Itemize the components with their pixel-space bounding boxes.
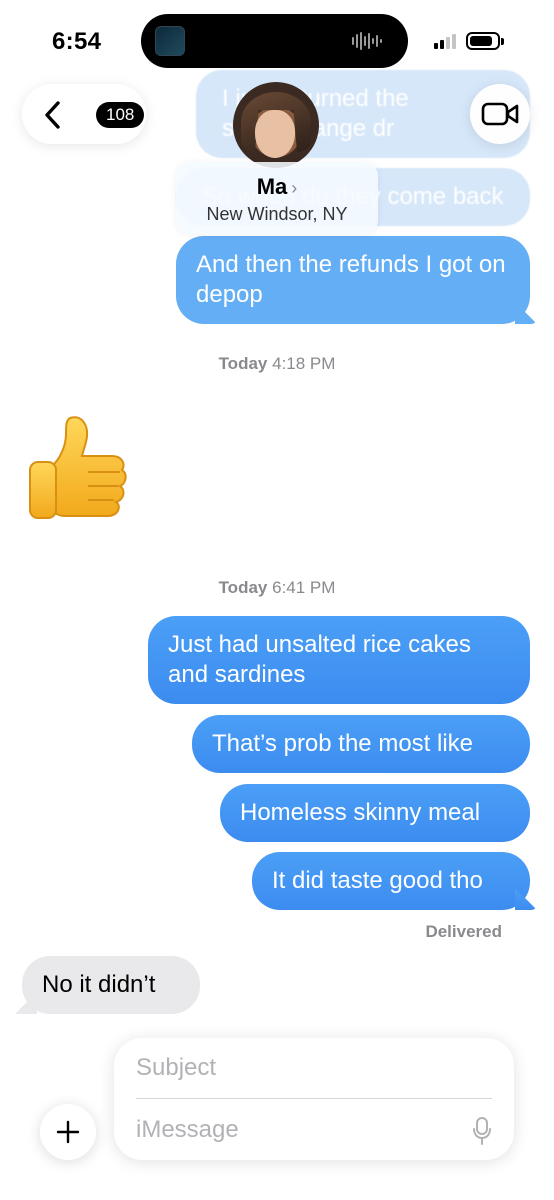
- incoming-message[interactable]: No it didn’t: [22, 956, 200, 1014]
- now-playing-artwork[interactable]: [155, 26, 185, 56]
- microphone-icon[interactable]: [472, 1116, 492, 1146]
- message-timestamp: Today 6:41 PM: [0, 578, 554, 598]
- contact-name-row: Ma ›: [176, 174, 378, 200]
- unread-count-badge: 108: [96, 102, 145, 128]
- message-input[interactable]: [136, 1114, 456, 1146]
- battery-icon: [466, 32, 504, 50]
- composer-divider: [136, 1098, 492, 1099]
- dynamic-island[interactable]: [141, 14, 408, 68]
- contact-header[interactable]: Ma › New Windsor, NY: [176, 162, 378, 234]
- add-attachment-button[interactable]: [40, 1104, 96, 1160]
- thumbs-up-emoji-icon[interactable]: [26, 412, 130, 522]
- outgoing-message[interactable]: It did taste good tho: [252, 852, 530, 910]
- message-timestamp: Today 4:18 PM: [0, 354, 554, 374]
- contact-location: New Windsor, NY: [206, 204, 348, 224]
- message-composer: [114, 1038, 514, 1160]
- delivered-status: Delivered: [425, 922, 502, 941]
- outgoing-message[interactable]: And then the refunds I got on depop: [176, 236, 530, 324]
- timestamp-time: 6:41 PM: [272, 578, 336, 597]
- timestamp-time: 4:18 PM: [272, 354, 336, 373]
- back-button[interactable]: 108: [22, 84, 146, 144]
- status-time: 6:54: [52, 28, 102, 55]
- facetime-video-button[interactable]: [470, 84, 530, 144]
- audio-waveform-icon: [352, 32, 382, 50]
- chevron-right-icon: ›: [291, 178, 298, 198]
- plus-icon: [56, 1120, 80, 1144]
- outgoing-message[interactable]: That’s prob the most like: [192, 715, 530, 773]
- timestamp-day: Today: [218, 578, 268, 597]
- avatar-face: [255, 110, 295, 158]
- timestamp-day: Today: [218, 354, 268, 373]
- contact-name: Ma: [256, 174, 288, 199]
- video-camera-icon: [481, 102, 519, 126]
- cellular-signal-icon: [434, 34, 456, 49]
- chevron-left-icon: [45, 101, 60, 129]
- outgoing-message[interactable]: Homeless skinny meal: [220, 784, 530, 842]
- outgoing-message[interactable]: Just had unsalted rice cakes and sardine…: [148, 616, 530, 704]
- subject-input[interactable]: [136, 1052, 476, 1084]
- contact-avatar[interactable]: [233, 82, 319, 168]
